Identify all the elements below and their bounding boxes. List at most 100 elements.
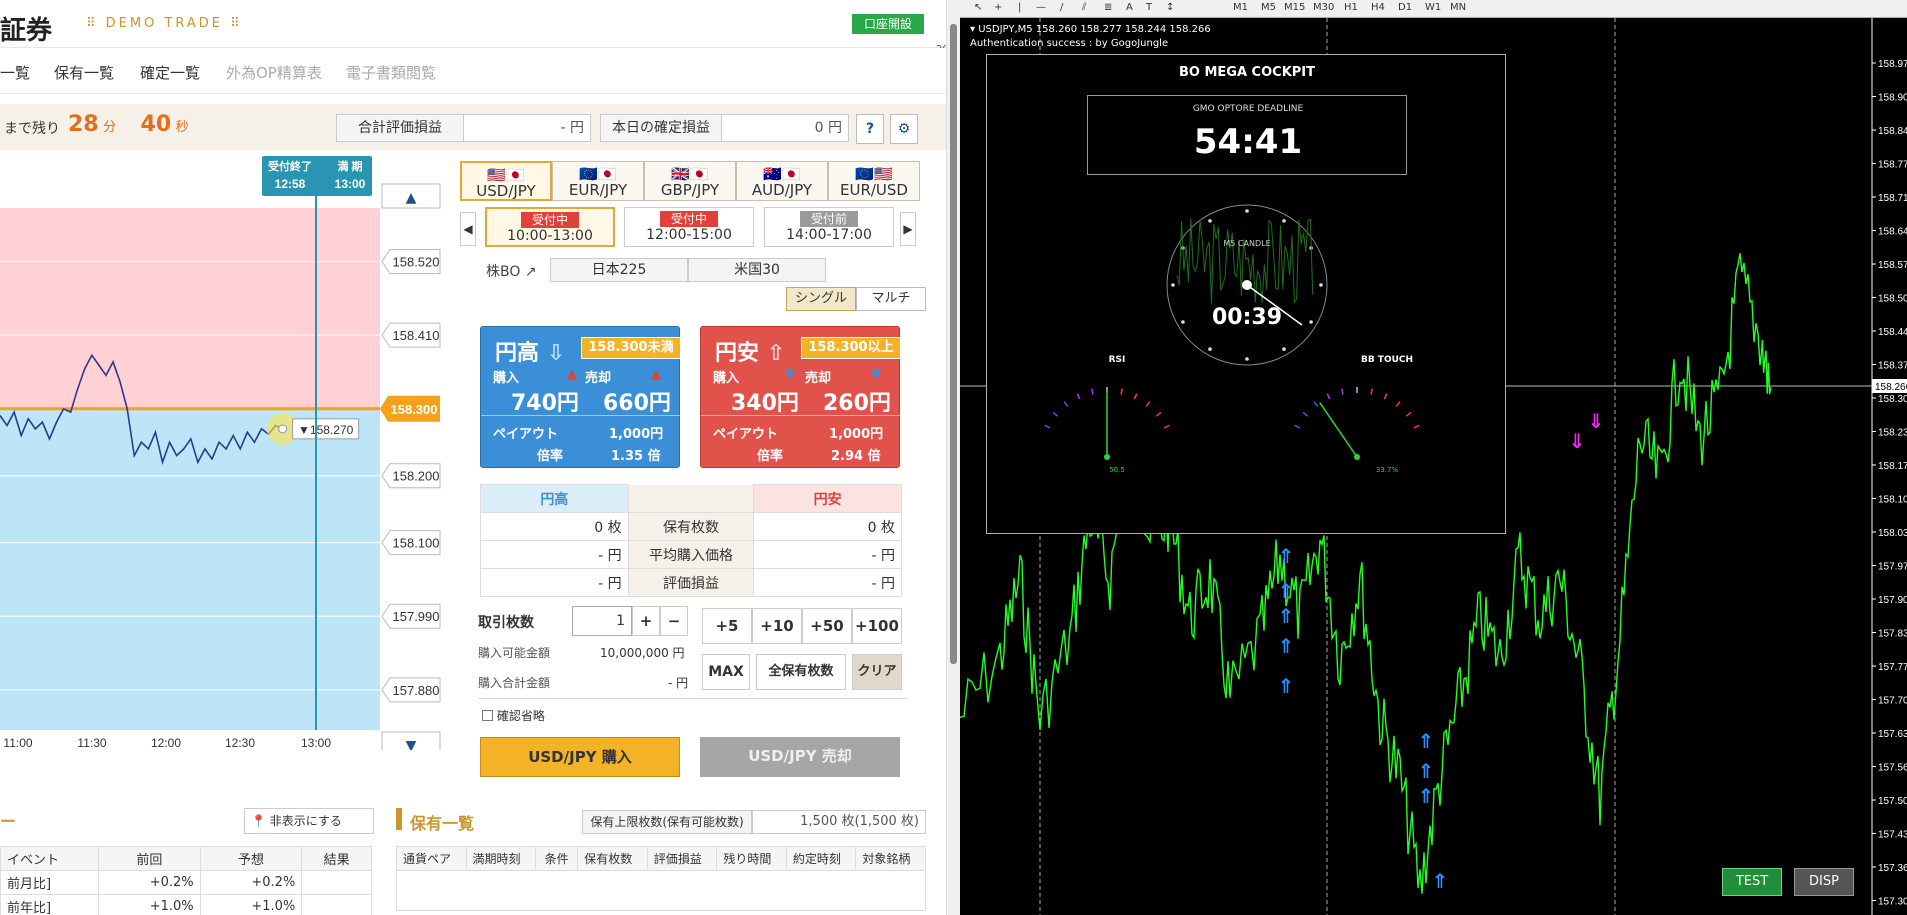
hline-icon[interactable]: —: [1036, 2, 1046, 13]
tf-d1[interactable]: D1: [1398, 2, 1412, 13]
max-button[interactable]: MAX: [702, 654, 750, 690]
down-sell-price[interactable]: 260円: [823, 385, 891, 417]
yen-down-card[interactable]: 円安 ⇧ 158.300以上 購入 ▼ 売却 ▼ 340円 260円 ペイアウト…: [700, 326, 901, 468]
x-tick-label: 11:30: [77, 736, 106, 750]
pair-gbp-jpy[interactable]: 🇬🇧🇯🇵 GBP/JPY: [644, 161, 736, 201]
price-tick-label: 158.305: [1878, 394, 1907, 405]
clock-tick: [1208, 219, 1212, 223]
slot-10-13[interactable]: 受付中 10:00-13:00: [485, 207, 615, 247]
buy-button[interactable]: USD/JPY 購入: [480, 737, 680, 777]
add-50-button[interactable]: +50: [802, 608, 852, 644]
hide-button[interactable]: 📍 非表示にする: [244, 808, 374, 834]
add-100-button[interactable]: +100: [852, 608, 902, 644]
channel-icon[interactable]: ⫽: [1082, 2, 1086, 13]
nav-e-documents[interactable]: 電子書類閲覧: [346, 62, 436, 83]
pin-icon: 📍: [251, 814, 266, 828]
down-rate-value: 2.94 倍: [831, 449, 881, 464]
total-pl-value: - 円: [463, 114, 591, 142]
up-buy-price[interactable]: 740円: [511, 385, 579, 417]
sell-button[interactable]: USD/JPY 売却: [700, 737, 900, 777]
slot-prev-button[interactable]: ◀: [460, 212, 476, 246]
yen-up-condition: 158.300未満: [581, 337, 681, 359]
nav-list[interactable]: 一覧: [0, 62, 30, 83]
trade-panel: 証券 ⠿ DEMO TRADE ⠿ 口座開設 20 一覧 保有一覧 確定一覧 外…: [0, 0, 946, 915]
trendline-icon[interactable]: /: [1060, 2, 1063, 13]
text-icon[interactable]: A: [1126, 2, 1133, 13]
tf-mn[interactable]: MN: [1450, 2, 1466, 13]
tf-h4[interactable]: H4: [1371, 2, 1385, 13]
confirm-skip-checkbox[interactable]: [482, 710, 493, 721]
tf-w1[interactable]: W1: [1425, 2, 1441, 13]
gauge-tick: [1052, 411, 1059, 417]
mode-multi[interactable]: マルチ: [856, 287, 926, 311]
expiry-time: 13:00: [335, 177, 366, 191]
brand-logo: 証券: [0, 16, 53, 46]
page-scrollbar[interactable]: [946, 0, 960, 915]
mode-single[interactable]: シングル: [786, 287, 856, 311]
qty-plus-button[interactable]: +: [632, 606, 660, 636]
tf-m1[interactable]: M1: [1233, 2, 1248, 13]
nav-fx-op-table[interactable]: 外為OP精算表: [226, 62, 322, 83]
buy-signal-arrow: ⇑: [1432, 869, 1449, 893]
tf-m30[interactable]: M30: [1313, 2, 1334, 13]
event-result: [301, 894, 372, 915]
slot-12-15[interactable]: 受付中 12:00-15:00: [624, 207, 754, 247]
up-eval-pl: - 円: [480, 568, 629, 597]
all-holdings-button[interactable]: 全保有枚数: [756, 654, 846, 690]
pair-eur-usd[interactable]: 🇪🇺🇺🇸 EUR/USD: [828, 161, 920, 201]
confirm-skip[interactable]: 確認省略: [482, 707, 545, 724]
down-rate-label: 倍率: [757, 449, 784, 464]
deadline-time: 12:58: [275, 177, 306, 191]
open-account-button[interactable]: 口座開設: [852, 14, 924, 34]
pair-label: GBP/JPY: [660, 181, 720, 199]
tf-h1[interactable]: H1: [1344, 2, 1358, 13]
cockpit-gauges: [1044, 204, 1420, 460]
pair-usd-jpy[interactable]: 🇺🇸🇯🇵 USD/JPY: [460, 161, 552, 201]
slot-next-button[interactable]: ▶: [900, 212, 916, 246]
disp-button[interactable]: DISP: [1794, 868, 1854, 896]
label-icon[interactable]: T: [1146, 2, 1152, 13]
price-tick-label: 158.905: [1878, 93, 1907, 104]
yen-down-condition: 158.300以上: [801, 337, 901, 359]
yen-up-card[interactable]: 円高 ⇩ 158.300未満 購入 ▲ 売却 ▲ 740円 660円 ペイアウト…: [480, 326, 681, 468]
slot-14-17[interactable]: 受付前 14:00-17:00: [764, 207, 894, 247]
qty-minus-button[interactable]: −: [660, 606, 688, 636]
pair-aud-jpy[interactable]: 🇦🇺🇯🇵 AUD/JPY: [736, 161, 828, 201]
index-nikkei225[interactable]: 日本225: [550, 258, 688, 282]
nav-holdings[interactable]: 保有一覧: [54, 62, 114, 83]
total-amount-label: 購入合計金額: [478, 676, 551, 690]
up-sell-marker: ▲: [651, 367, 661, 382]
gauge-tick: [1145, 401, 1151, 407]
qty-input[interactable]: 1: [572, 606, 632, 636]
index-us30[interactable]: 米国30: [688, 258, 826, 282]
settings-button[interactable]: ⚙: [890, 114, 918, 144]
tf-m5[interactable]: M5: [1261, 2, 1276, 13]
clear-button[interactable]: クリア: [852, 654, 902, 690]
crosshair-icon[interactable]: +: [994, 2, 1002, 13]
tf-m15[interactable]: M15: [1284, 2, 1305, 13]
arrows-icon[interactable]: ↕: [1166, 2, 1174, 13]
help-button[interactable]: ?: [856, 114, 884, 144]
stock-bo-link[interactable]: 株BO ↗: [486, 261, 537, 281]
down-buy-price[interactable]: 340円: [731, 385, 799, 417]
cursor-icon[interactable]: ↖: [974, 2, 982, 13]
nav-settled[interactable]: 確定一覧: [140, 62, 200, 83]
fibo-icon[interactable]: ≣: [1104, 2, 1112, 13]
price-tick-label: 157.900: [1878, 595, 1907, 606]
add-10-button[interactable]: +10: [752, 608, 802, 644]
avg-price-label: 平均購入価格: [627, 540, 755, 569]
divider: [478, 698, 908, 699]
test-button[interactable]: TEST: [1722, 868, 1782, 896]
add-5-button[interactable]: +5: [702, 608, 752, 644]
y-tick-label: 158.100: [393, 536, 440, 551]
scrollbar-thumb[interactable]: [950, 24, 957, 664]
empty-head: [627, 484, 755, 513]
gauge-tick: [1313, 401, 1319, 407]
symbol-text: USDJPY,M5 158.260 158.277 158.244 158.26…: [978, 24, 1211, 35]
vline-icon[interactable]: |: [1018, 2, 1021, 13]
pair-eur-jpy[interactable]: 🇪🇺🇯🇵 EUR/JPY: [552, 161, 644, 201]
up-avg-price: - 円: [480, 540, 629, 569]
chevron-right-icon: ▶: [903, 222, 913, 236]
gauge-tick: [1155, 411, 1162, 417]
up-sell-price[interactable]: 660円: [603, 385, 671, 417]
